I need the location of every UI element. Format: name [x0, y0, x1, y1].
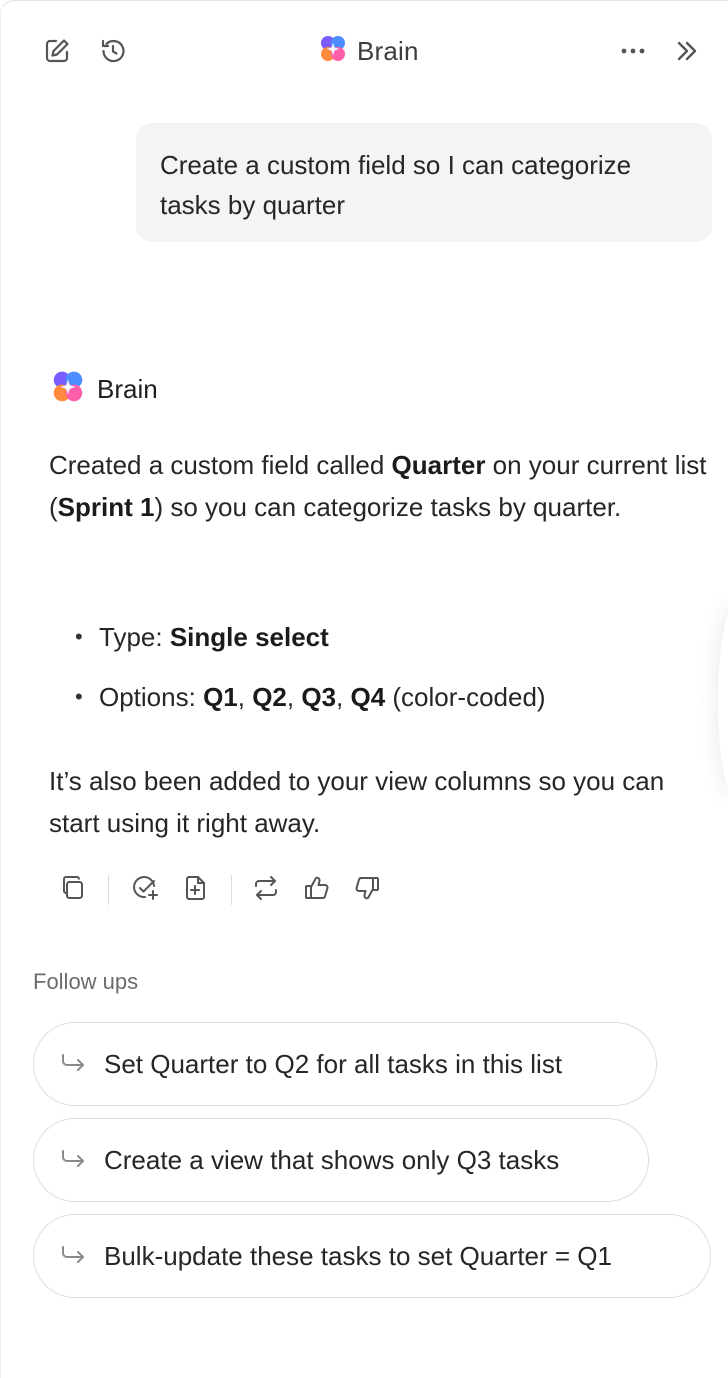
add-doc-icon: [180, 873, 210, 908]
assistant-header: Brain: [49, 369, 158, 409]
bullet-label: Options:: [99, 682, 204, 712]
add-doc-button[interactable]: [177, 871, 213, 909]
collapse-icon: [672, 36, 702, 66]
bullet-suffix: (color-coded): [385, 682, 546, 712]
assistant-paragraph-2: It’s also been added to your view column…: [49, 766, 665, 838]
followup-chip[interactable]: Create a view that shows only Q3 tasks: [33, 1118, 649, 1202]
thumbs-up-button[interactable]: [299, 871, 335, 909]
separator: ,: [286, 682, 302, 712]
divider: [108, 875, 109, 905]
panel-title: Brain: [317, 33, 419, 69]
brain-avatar-icon: [49, 368, 87, 411]
copy-button[interactable]: [55, 871, 91, 909]
divider: [231, 875, 232, 905]
new-chat-button[interactable]: [39, 33, 75, 69]
separator: ,: [336, 682, 351, 712]
list-item: Options: Q1, Q2, Q3, Q4 (color-coded): [75, 676, 695, 736]
more-icon: [618, 36, 648, 66]
bullet-label: Type:: [99, 622, 170, 652]
followups-label: Follow ups: [33, 969, 139, 994]
thumbs-down-button[interactable]: [349, 871, 385, 909]
option-q1: Q1: [203, 682, 238, 712]
followup-text: Create a view that shows only Q3 tasks: [104, 1144, 560, 1175]
more-options-button[interactable]: [615, 33, 651, 69]
bullet-value: Single select: [169, 622, 329, 652]
new-chat-icon: [42, 36, 72, 66]
edge-shadow: [718, 601, 728, 801]
separator: ,: [237, 682, 253, 712]
followup-chip[interactable]: Bulk-update these tasks to set Quarter =…: [33, 1214, 711, 1298]
option-q3: Q3: [301, 682, 337, 712]
thumbs-down-icon: [352, 873, 382, 908]
text-segment: ) so you can categorize tasks by quarter…: [154, 492, 622, 522]
list-name: Sprint 1: [57, 492, 155, 522]
create-task-icon: [130, 873, 160, 908]
regenerate-button[interactable]: [248, 871, 284, 909]
option-q4: Q4: [350, 682, 386, 712]
field-name: Quarter: [391, 450, 486, 480]
thumbs-up-icon: [302, 873, 332, 908]
list-item: Type: Single select: [75, 616, 695, 676]
regenerate-icon: [251, 873, 281, 908]
collapse-panel-button[interactable]: [669, 33, 705, 69]
followup-chip[interactable]: Set Quarter to Q2 for all tasks in this …: [33, 1022, 657, 1106]
copy-icon: [58, 873, 88, 908]
reply-arrow-icon: [58, 1049, 88, 1079]
assistant-paragraph-1: Created a custom field called Quarter on…: [49, 444, 709, 528]
text-segment: Created a custom field called: [49, 450, 392, 480]
assistant-name: Brain: [97, 373, 158, 404]
history-icon: [98, 36, 128, 66]
followup-text: Set Quarter to Q2 for all tasks in this …: [104, 1048, 563, 1079]
reply-arrow-icon: [58, 1145, 88, 1175]
followup-text: Bulk-update these tasks to set Quarter =…: [104, 1240, 612, 1271]
brain-logo-icon: [317, 33, 349, 70]
create-task-button[interactable]: [127, 871, 163, 909]
option-q2: Q2: [252, 682, 287, 712]
user-message-bubble: Create a custom field so I can categoriz…: [136, 123, 712, 242]
panel-header: Brain: [1, 1, 728, 101]
title-text: Brain: [357, 35, 419, 66]
reply-arrow-icon: [58, 1241, 88, 1271]
brain-chat-panel: Brain Create a custom field so I can cat…: [0, 0, 728, 1378]
history-button[interactable]: [95, 33, 131, 69]
user-message-text: Create a custom field so I can categoriz…: [160, 150, 632, 220]
field-details-list: Type: Single select Options: Q1, Q2, Q3,…: [75, 616, 695, 736]
